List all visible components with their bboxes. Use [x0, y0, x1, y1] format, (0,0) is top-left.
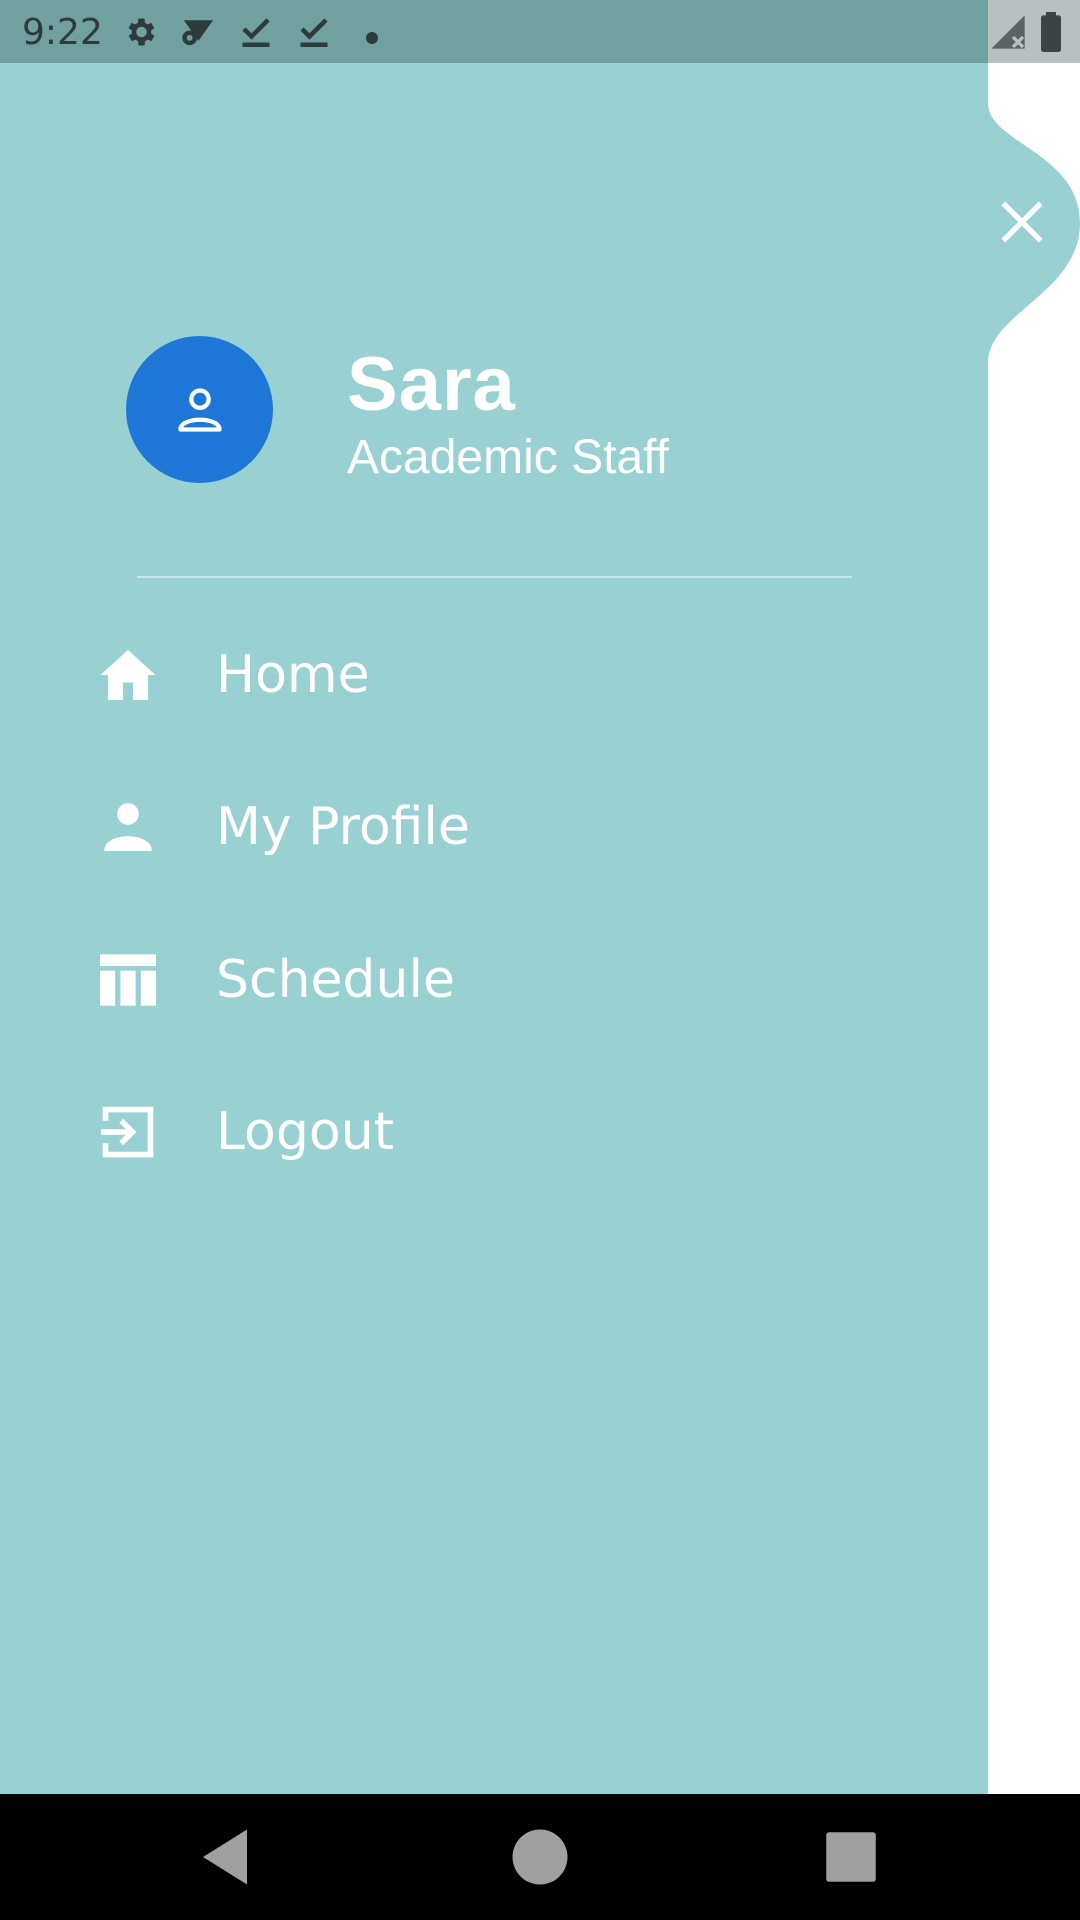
- back-icon[interactable]: [192, 1824, 258, 1890]
- menu-item-schedule[interactable]: Schedule: [96, 925, 896, 1035]
- close-drawer-button[interactable]: [990, 190, 1054, 254]
- user-role: Academic Staff: [347, 431, 669, 484]
- system-nav-bar: [0, 1794, 1080, 1920]
- status-right-area: [988, 0, 1080, 63]
- signal-off-icon: [991, 15, 1025, 49]
- battery-icon: [1041, 12, 1061, 52]
- avatar[interactable]: [126, 336, 273, 483]
- recents-square-icon[interactable]: [818, 1824, 884, 1890]
- wifi-gear-icon: [182, 20, 214, 46]
- schedule-table-icon: [96, 948, 160, 1012]
- person-icon: [96, 795, 160, 859]
- menu-label-schedule: Schedule: [216, 950, 455, 1010]
- menu-item-home[interactable]: Home: [96, 620, 896, 730]
- check-download-icon: [242, 18, 270, 47]
- close-icon: [1001, 201, 1043, 243]
- dot-icon: [366, 32, 378, 44]
- menu-item-my-profile[interactable]: My Profile: [96, 772, 896, 882]
- menu-label-home: Home: [216, 645, 370, 705]
- home-circle-icon[interactable]: [507, 1824, 573, 1890]
- person-outline-icon: [177, 387, 222, 432]
- status-bar: 9:22: [0, 0, 1080, 63]
- menu-label-my-profile: My Profile: [216, 797, 470, 857]
- navigation-drawer: Sara Academic Staff Home My Profile Sche…: [0, 63, 988, 1794]
- menu-label-logout: Logout: [216, 1102, 395, 1162]
- user-name: Sara: [347, 342, 516, 427]
- drawer-wave-edge: [988, 63, 1080, 1794]
- check-download-icon: [300, 18, 328, 47]
- menu-item-logout[interactable]: Logout: [96, 1077, 896, 1187]
- divider: [137, 576, 852, 578]
- logout-icon: [96, 1100, 160, 1164]
- gear-icon: [128, 18, 155, 46]
- home-icon: [96, 643, 160, 707]
- status-time: 9:22: [22, 12, 103, 53]
